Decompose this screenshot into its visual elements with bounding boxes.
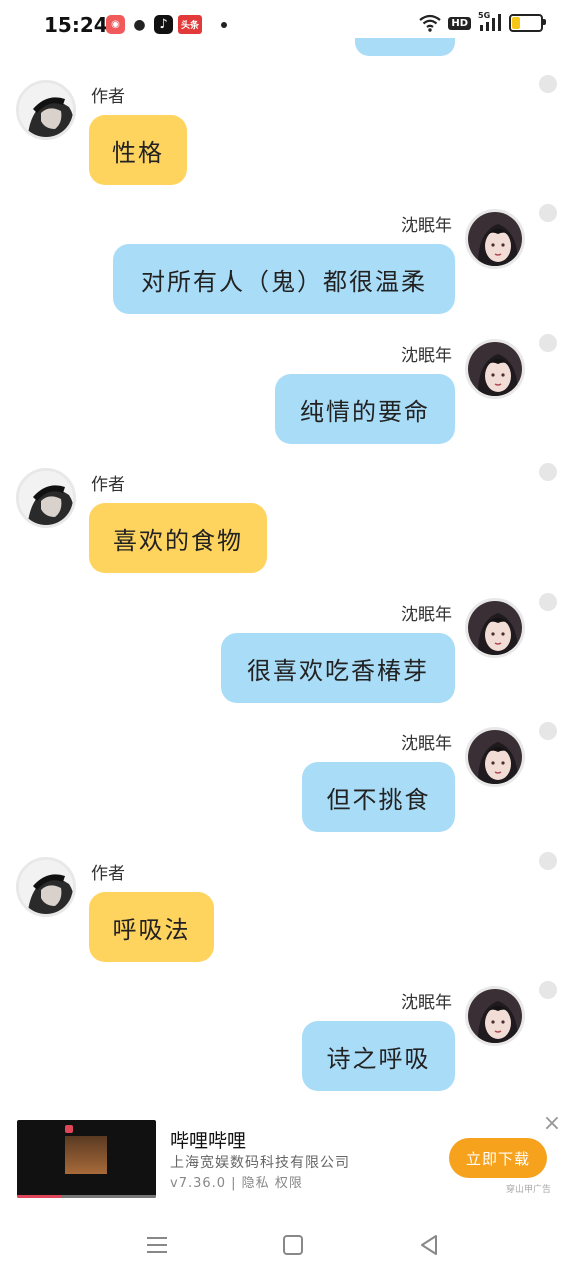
hd-icon: HD	[448, 16, 471, 30]
message-status-dot	[539, 334, 557, 352]
menu-icon[interactable]	[142, 1230, 172, 1260]
wechat-icon: ●	[130, 15, 149, 34]
sender-name: 沈眠年	[401, 216, 452, 236]
message-status-dot	[539, 981, 557, 999]
message-status-dot	[539, 204, 557, 222]
status-bar: 15:24 ◉ ● ♪ 头条 HD 5G	[0, 0, 571, 52]
toutiao-icon: 头条	[178, 15, 202, 34]
close-icon[interactable]: ×	[540, 1112, 564, 1136]
message-bubble[interactable]: 喜欢的食物	[89, 503, 267, 573]
ad-company: 上海宽娱数码科技有限公司	[170, 1155, 350, 1171]
video-progress-bar	[17, 1195, 62, 1198]
battery-icon	[509, 14, 546, 32]
message-bubble[interactable]: 很喜欢吃香椿芽	[221, 633, 455, 703]
author-avatar[interactable]	[16, 857, 76, 917]
message-bubble[interactable]: 对所有人（鬼）都很温柔	[113, 244, 455, 314]
home-icon[interactable]	[278, 1230, 308, 1260]
user-avatar[interactable]	[465, 339, 525, 399]
user-avatar[interactable]	[465, 727, 525, 787]
message-bubble[interactable]: 纯情的要命	[275, 374, 455, 444]
message-bubble[interactable]: 呼吸法	[89, 892, 214, 962]
notification-icons: ◉ ● ♪ 头条	[106, 15, 227, 34]
sender-name: 沈眠年	[401, 605, 452, 625]
message-status-dot	[539, 722, 557, 740]
message-bubble[interactable]: 性格	[89, 115, 187, 185]
back-icon[interactable]	[414, 1230, 444, 1260]
wifi-icon	[419, 14, 442, 32]
game-app-icon: ◉	[106, 15, 125, 34]
sender-name: 作者	[91, 864, 125, 884]
ad-artwork	[65, 1136, 107, 1174]
system-status-icons: HD 5G	[419, 11, 546, 32]
message-bubble[interactable]: 但不挑食	[302, 762, 455, 832]
sender-name: 作者	[91, 475, 125, 495]
message-status-dot	[539, 852, 557, 870]
navigation-bar	[0, 1218, 571, 1272]
sender-name: 作者	[91, 87, 125, 107]
sender-name: 沈眠年	[401, 734, 452, 754]
download-button[interactable]: 立即下载	[449, 1138, 547, 1178]
ad-meta[interactable]: v7.36.0 | 隐私 权限	[170, 1172, 303, 1191]
ad-banner[interactable]: 哔哩哔哩 上海宽娱数码科技有限公司 v7.36.0 | 隐私 权限 立即下载 ×…	[0, 1112, 571, 1202]
message-status-dot	[539, 593, 557, 611]
message-bubble[interactable]: 诗之呼吸	[302, 1021, 455, 1091]
signal-icon: 5G	[478, 11, 502, 32]
douyin-icon: ♪	[154, 15, 173, 34]
user-avatar[interactable]	[465, 986, 525, 1046]
author-avatar[interactable]	[16, 80, 76, 140]
message-status-dot	[539, 75, 557, 93]
more-notifications-icon	[221, 21, 227, 28]
bilibili-logo-icon	[65, 1125, 73, 1133]
ad-source-label: 穿山甲广告	[506, 1185, 552, 1195]
message-status-dot	[539, 463, 557, 481]
author-avatar[interactable]	[16, 468, 76, 528]
status-time: 15:24	[44, 13, 108, 37]
ad-title: 哔哩哔哩	[170, 1130, 247, 1152]
sender-name: 沈眠年	[401, 993, 452, 1013]
sender-name: 沈眠年	[401, 346, 452, 366]
previous-message-bubble	[355, 38, 455, 56]
user-avatar[interactable]	[465, 598, 525, 658]
user-avatar[interactable]	[465, 209, 525, 269]
ad-thumbnail[interactable]	[17, 1120, 156, 1198]
